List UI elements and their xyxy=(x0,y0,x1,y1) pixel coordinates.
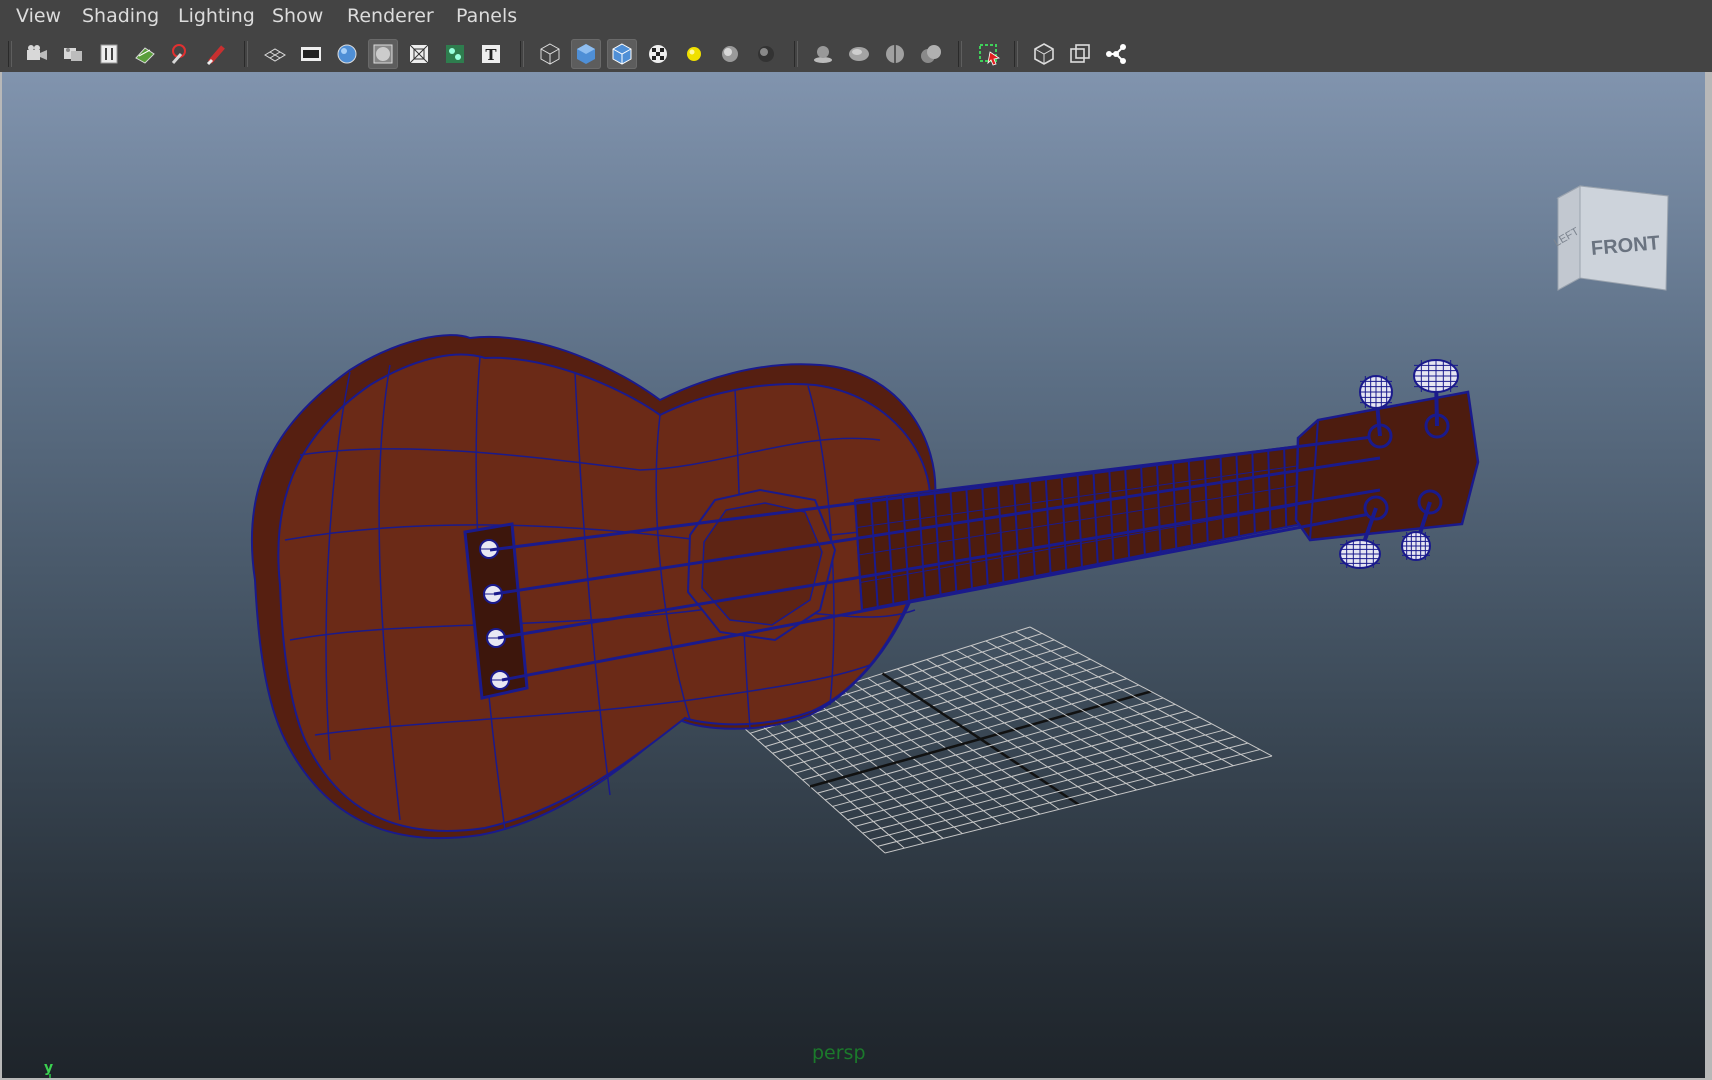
multisample-aa-icon[interactable] xyxy=(844,39,874,69)
2d-pan-zoom-icon[interactable] xyxy=(130,39,160,69)
motion-blur-icon[interactable] xyxy=(808,39,838,69)
depth-of-field-icon[interactable] xyxy=(880,39,910,69)
xray-joints-icon[interactable] xyxy=(1101,39,1131,69)
wireframe-on-shaded-icon[interactable] xyxy=(607,39,637,69)
toolbar-separator xyxy=(794,41,798,67)
bookmarks-icon[interactable] xyxy=(58,39,88,69)
textured-icon[interactable] xyxy=(643,39,673,69)
y-axis-label: y xyxy=(44,1060,53,1076)
toolbar-separator xyxy=(244,41,248,67)
image-plane-icon[interactable] xyxy=(94,39,124,69)
grease-pencil-icon[interactable] xyxy=(166,39,196,69)
panel-toolbar: T xyxy=(0,34,1712,72)
smooth-shade-icon[interactable] xyxy=(571,39,601,69)
grid-line xyxy=(1000,635,1234,767)
camera-name-label: persp xyxy=(812,1042,866,1064)
grid-icon[interactable] xyxy=(260,39,290,69)
xray-active-components-icon[interactable] xyxy=(1065,39,1095,69)
resolution-gate-icon[interactable] xyxy=(332,39,362,69)
gate-mask-icon[interactable] xyxy=(368,39,398,69)
toolbar-separator xyxy=(520,41,524,67)
ukulele-body-top xyxy=(277,353,932,832)
shadows-icon[interactable] xyxy=(715,39,745,69)
svg-text:T: T xyxy=(485,46,497,64)
paint-tool-icon[interactable] xyxy=(202,39,232,69)
menu-view[interactable]: View xyxy=(16,5,61,27)
menu-shading[interactable]: Shading xyxy=(82,5,159,27)
safe-title-icon[interactable]: T xyxy=(476,39,506,69)
safe-action-icon[interactable] xyxy=(440,39,470,69)
field-chart-icon[interactable] xyxy=(404,39,434,69)
menu-bar: View Shading Lighting Show Renderer Pane… xyxy=(0,0,1712,34)
grid-line xyxy=(1015,631,1253,762)
menu-show[interactable]: Show xyxy=(272,5,323,27)
viewport-scene xyxy=(250,334,1480,854)
menu-lighting[interactable]: Lighting xyxy=(178,5,255,27)
isolate-select-icon[interactable] xyxy=(974,39,1004,69)
axis-indicator: y x xyxy=(44,1060,53,1078)
xray-icon[interactable] xyxy=(1029,39,1059,69)
perspective-viewport[interactable]: FRONT LEFT y x xyxy=(2,72,1705,1078)
view-cube[interactable]: FRONT LEFT xyxy=(1550,182,1678,310)
menu-renderer[interactable]: Renderer xyxy=(347,5,434,27)
film-gate-icon[interactable] xyxy=(296,39,326,69)
screen-space-ao-icon[interactable] xyxy=(751,39,781,69)
toolbar-separator xyxy=(958,41,962,67)
camera-attributes-icon[interactable] xyxy=(22,39,52,69)
hardware-fog-icon[interactable] xyxy=(916,39,946,69)
menu-panels[interactable]: Panels xyxy=(456,5,517,27)
viewport-border xyxy=(0,72,2,1078)
wireframe-icon[interactable] xyxy=(535,39,565,69)
viewport-border xyxy=(1705,72,1712,1080)
toolbar-separator xyxy=(1014,41,1018,67)
toolbar-separator xyxy=(8,41,12,67)
grid-line xyxy=(1029,626,1273,757)
use-all-lights-icon[interactable] xyxy=(679,39,709,69)
